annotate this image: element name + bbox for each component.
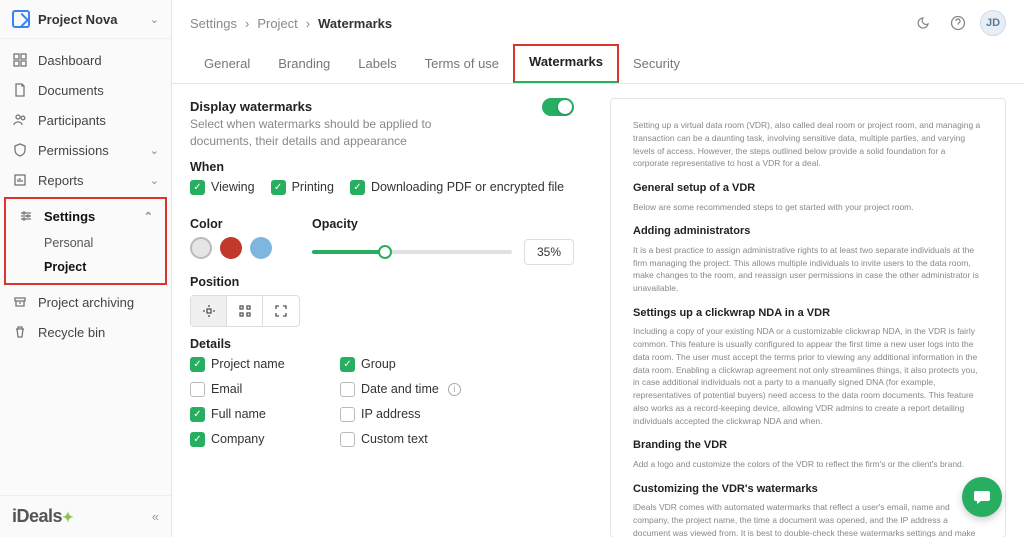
checkbox-icon: ✓ bbox=[271, 180, 286, 195]
project-logo-icon bbox=[12, 10, 30, 28]
reports-icon bbox=[12, 172, 28, 188]
checkbox-icon: ✓ bbox=[350, 180, 365, 195]
participants-icon bbox=[12, 112, 28, 128]
checkbox-icon bbox=[340, 432, 355, 447]
sidebar-sub-project[interactable]: Project bbox=[6, 255, 165, 279]
permissions-icon bbox=[12, 142, 28, 158]
detail-checkbox[interactable]: ✓Project name bbox=[190, 357, 320, 372]
position-center-button[interactable] bbox=[191, 296, 227, 326]
when-checkbox[interactable]: ✓Printing bbox=[271, 180, 334, 195]
document-preview: Setting up a virtual data room (VDR), al… bbox=[610, 98, 1006, 537]
checkbox-icon bbox=[340, 382, 355, 397]
preview-panel: Setting up a virtual data room (VDR), al… bbox=[592, 84, 1024, 537]
detail-checkbox[interactable]: ✓Group bbox=[340, 357, 500, 372]
color-swatch[interactable] bbox=[250, 237, 272, 259]
detail-checkbox[interactable]: ✓Company bbox=[190, 432, 320, 447]
opacity-label: Opacity bbox=[312, 217, 574, 231]
tab-labels[interactable]: Labels bbox=[344, 46, 410, 83]
dashboard-icon bbox=[12, 52, 28, 68]
sidebar-item-recycle-bin[interactable]: Recycle bin bbox=[0, 317, 171, 347]
chevron-down-icon: ⌄ bbox=[150, 174, 159, 187]
chevron-right-icon: › bbox=[245, 16, 249, 31]
opacity-value[interactable]: 35% bbox=[524, 239, 574, 265]
when-checkbox[interactable]: ✓Downloading PDF or encrypted file bbox=[350, 180, 564, 195]
color-swatch[interactable] bbox=[190, 237, 212, 259]
topbar: Settings › Project › Watermarks JD bbox=[172, 0, 1024, 46]
breadcrumb-watermarks: Watermarks bbox=[318, 16, 392, 31]
settings-icon bbox=[18, 208, 34, 224]
tab-branding[interactable]: Branding bbox=[264, 46, 344, 83]
color-label: Color bbox=[190, 217, 272, 231]
when-checkbox[interactable]: ✓Viewing bbox=[190, 180, 255, 195]
collapse-sidebar-icon[interactable]: « bbox=[152, 509, 159, 524]
position-selector bbox=[190, 295, 300, 327]
display-watermarks-desc: Select when watermarks should be applied… bbox=[190, 116, 490, 150]
breadcrumb-settings[interactable]: Settings bbox=[190, 16, 237, 31]
brand-logo: iDeals✦ bbox=[12, 506, 72, 527]
sidebar: Project Nova ⌄ Dashboard Documents Parti… bbox=[0, 0, 172, 537]
breadcrumb-project[interactable]: Project bbox=[257, 16, 297, 31]
sidebar-footer: iDeals✦ « bbox=[0, 495, 171, 537]
sidebar-sub-personal[interactable]: Personal bbox=[6, 231, 165, 255]
settings-tabs: General Branding Labels Terms of use Wat… bbox=[172, 46, 1024, 84]
sidebar-item-project-archiving[interactable]: Project archiving bbox=[0, 287, 171, 317]
detail-checkbox[interactable]: Custom text bbox=[340, 432, 500, 447]
documents-icon bbox=[12, 82, 28, 98]
sidebar-item-participants[interactable]: Participants bbox=[0, 105, 171, 135]
checkbox-icon: ✓ bbox=[190, 180, 205, 195]
tab-security[interactable]: Security bbox=[619, 46, 694, 83]
checkbox-icon bbox=[340, 407, 355, 422]
chat-support-button[interactable] bbox=[962, 477, 1002, 517]
project-name: Project Nova bbox=[38, 12, 142, 27]
checkbox-icon: ✓ bbox=[190, 432, 205, 447]
trash-icon bbox=[12, 324, 28, 340]
theme-toggle-icon[interactable] bbox=[912, 11, 936, 35]
display-watermarks-toggle[interactable] bbox=[542, 98, 574, 116]
tab-watermarks[interactable]: Watermarks bbox=[513, 44, 619, 83]
sidebar-item-reports[interactable]: Reports ⌄ bbox=[0, 165, 171, 195]
archive-icon bbox=[12, 294, 28, 310]
detail-checkbox[interactable]: Email bbox=[190, 382, 320, 397]
tab-general[interactable]: General bbox=[190, 46, 264, 83]
details-label: Details bbox=[190, 337, 574, 351]
user-avatar[interactable]: JD bbox=[980, 10, 1006, 36]
chevron-down-icon: ⌄ bbox=[150, 13, 159, 26]
sidebar-item-settings[interactable]: Settings ⌃ bbox=[6, 201, 165, 231]
checkbox-icon: ✓ bbox=[340, 357, 355, 372]
checkbox-icon: ✓ bbox=[190, 407, 205, 422]
position-label: Position bbox=[190, 275, 574, 289]
chevron-down-icon: ⌄ bbox=[150, 144, 159, 157]
checkbox-icon bbox=[190, 382, 205, 397]
detail-checkbox[interactable]: ✓Full name bbox=[190, 407, 320, 422]
watermark-settings-form: Display watermarks Select when watermark… bbox=[172, 84, 592, 537]
checkbox-icon: ✓ bbox=[190, 357, 205, 372]
chevron-right-icon: › bbox=[306, 16, 310, 31]
tab-terms-of-use[interactable]: Terms of use bbox=[411, 46, 513, 83]
info-icon[interactable]: i bbox=[448, 383, 461, 396]
sidebar-item-dashboard[interactable]: Dashboard bbox=[0, 45, 171, 75]
project-switcher[interactable]: Project Nova ⌄ bbox=[0, 0, 171, 39]
highlight-box-settings: Settings ⌃ Personal Project bbox=[4, 197, 167, 285]
color-swatch[interactable] bbox=[220, 237, 242, 259]
main: Settings › Project › Watermarks JD Gener… bbox=[172, 0, 1024, 537]
display-watermarks-title: Display watermarks bbox=[190, 99, 312, 114]
position-expand-button[interactable] bbox=[263, 296, 299, 326]
breadcrumb: Settings › Project › Watermarks bbox=[190, 16, 392, 31]
position-tile-button[interactable] bbox=[227, 296, 263, 326]
sidebar-item-documents[interactable]: Documents bbox=[0, 75, 171, 105]
sidebar-nav: Dashboard Documents Participants Permiss… bbox=[0, 39, 171, 495]
sidebar-item-permissions[interactable]: Permissions ⌄ bbox=[0, 135, 171, 165]
detail-checkbox[interactable]: IP address bbox=[340, 407, 500, 422]
when-label: When bbox=[190, 160, 574, 174]
help-icon[interactable] bbox=[946, 11, 970, 35]
detail-checkbox[interactable]: Date and timei bbox=[340, 382, 500, 397]
chevron-up-icon: ⌃ bbox=[144, 210, 153, 223]
opacity-slider[interactable] bbox=[312, 250, 512, 254]
